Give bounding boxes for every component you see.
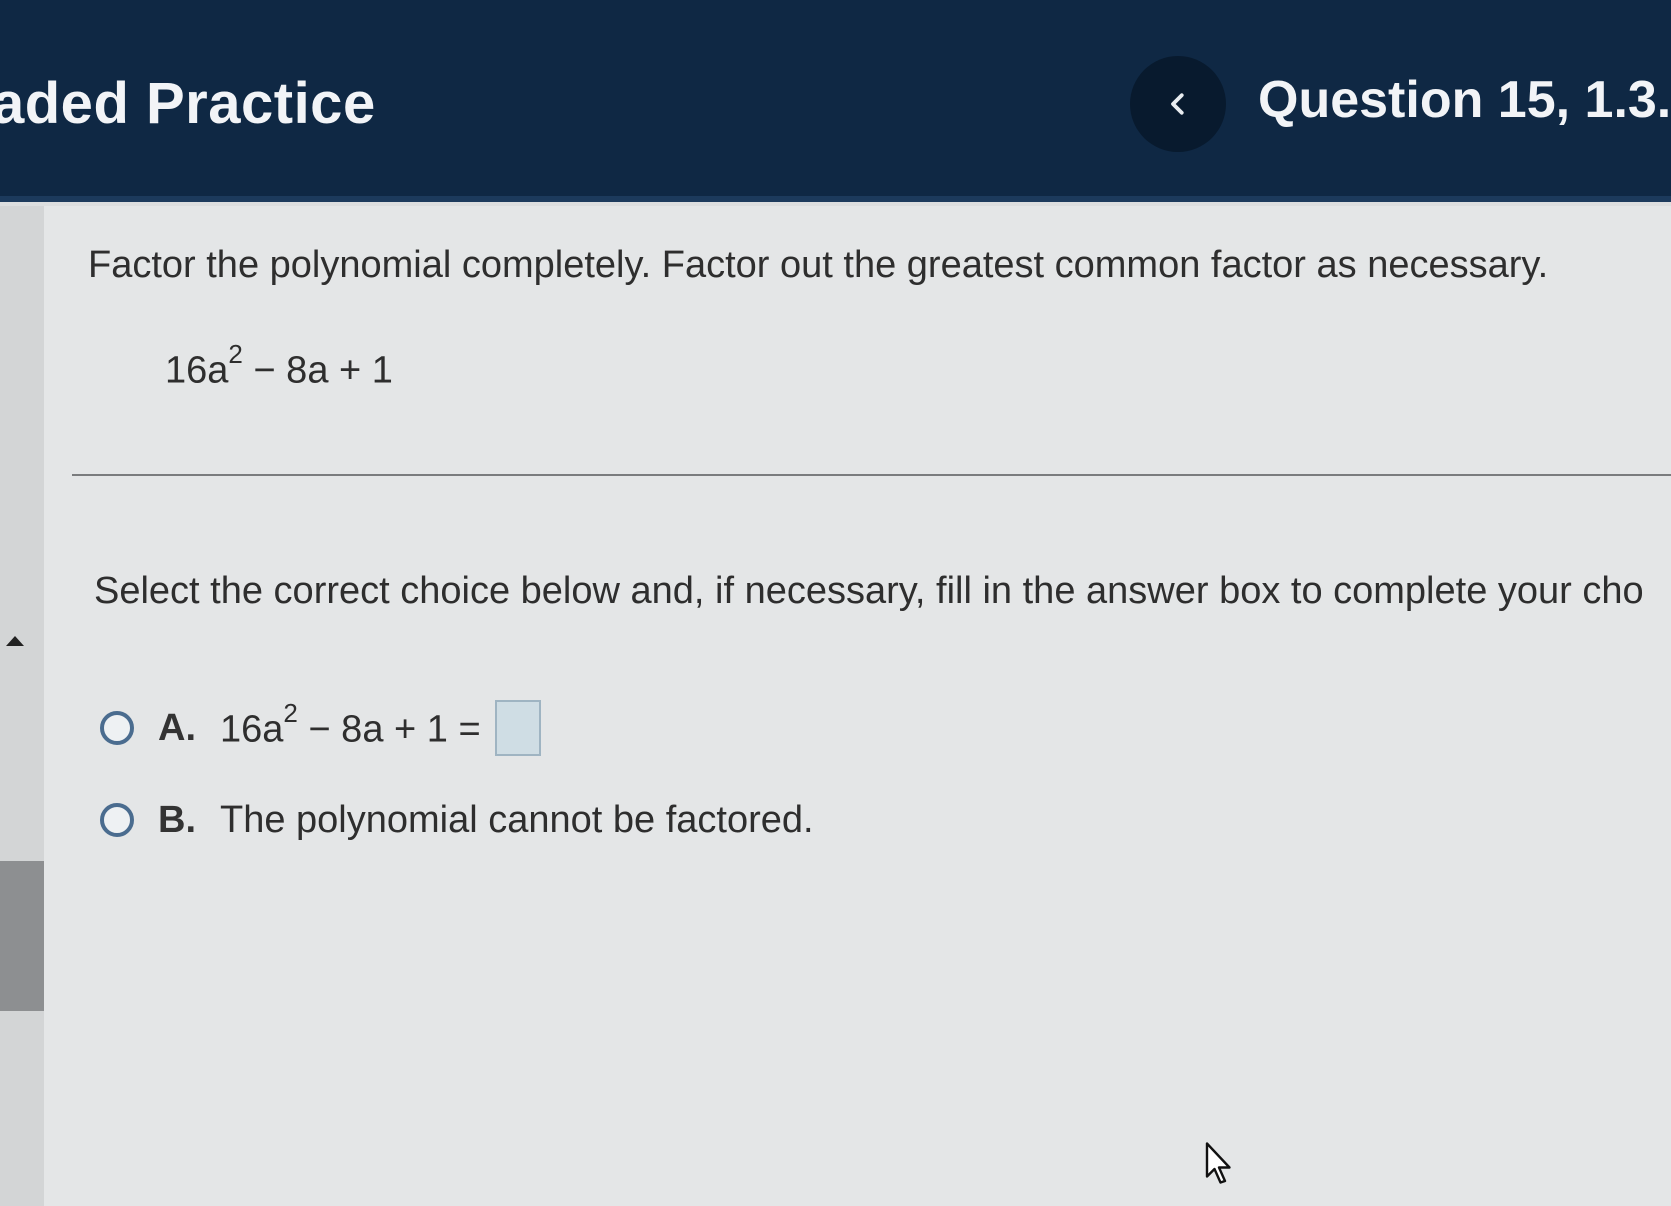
answer-input-box[interactable] [494, 700, 541, 756]
choice-b-text: The polynomial cannot be factored. [220, 798, 814, 841]
scrollbar-thumb[interactable] [0, 861, 44, 1011]
choice-instruction: Select the correct choice below and, if … [94, 570, 1644, 612]
choice-b[interactable]: B. The polynomial cannot be factored. [100, 790, 814, 850]
header-bar: aded Practice Question 15, 1.3.4 [0, 0, 1671, 202]
question-number: Question 15, 1.3.4 [1258, 71, 1671, 129]
expression-exponent: 2 [228, 339, 243, 369]
choice-a-exponent: 2 [283, 698, 298, 729]
previous-question-button[interactable] [1130, 56, 1226, 152]
choice-a-expression: 16a2 − 8a + 1 = [220, 698, 481, 752]
choice-b-letter: B. [158, 798, 196, 841]
expression-rest: − 8a + 1 [242, 349, 393, 392]
choice-a-lead: 16a [220, 708, 284, 751]
section-divider [72, 474, 1671, 476]
radio-a[interactable] [100, 711, 134, 745]
expression-lead: 16a [165, 349, 229, 392]
choice-a-letter: A. [158, 706, 196, 749]
radio-b[interactable] [100, 803, 134, 837]
mouse-pointer-icon [1205, 1142, 1231, 1184]
question-prompt: Factor the polynomial completely. Factor… [88, 244, 1549, 286]
side-panel-scrollbar[interactable] [0, 206, 45, 1206]
choice-a-rest: − 8a + 1 = [297, 708, 481, 751]
choice-a[interactable]: A. 16a2 − 8a + 1 = [100, 698, 541, 758]
collapse-arrow-icon[interactable] [6, 636, 24, 646]
chevron-left-icon [1171, 93, 1184, 115]
polynomial-expression: 16a2 − 8a + 1 [165, 339, 393, 393]
assignment-title: aded Practice [0, 71, 376, 136]
